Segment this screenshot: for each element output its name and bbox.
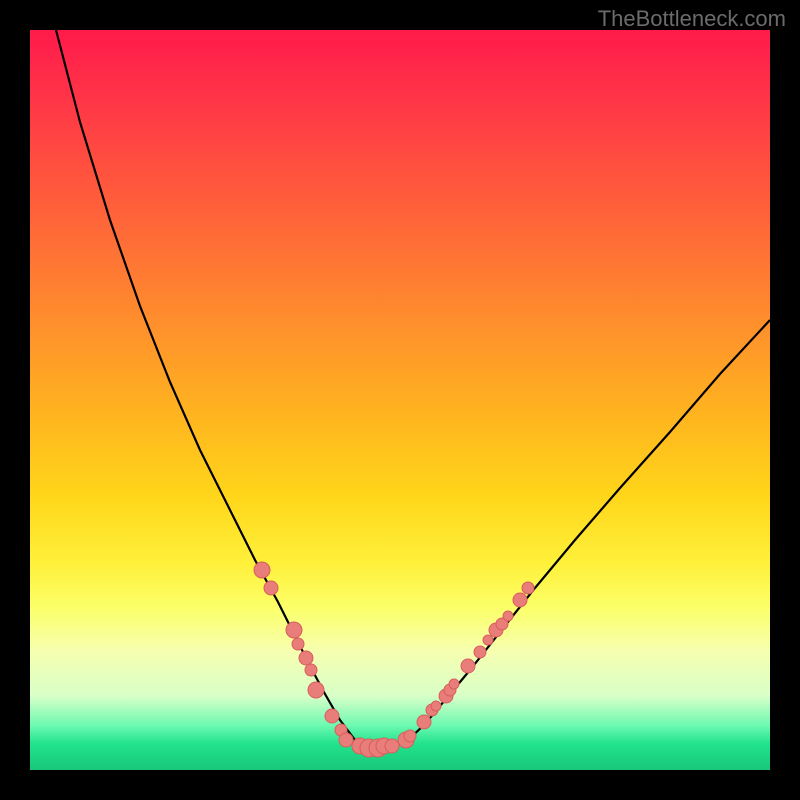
data-point (449, 679, 459, 689)
highlighted-points-group (254, 562, 534, 757)
data-point (339, 733, 353, 747)
data-point (299, 651, 313, 665)
data-point (292, 638, 304, 650)
data-point (264, 581, 278, 595)
data-point (254, 562, 270, 578)
bottleneck-curve (56, 30, 770, 750)
data-point (385, 739, 399, 753)
data-point (474, 646, 486, 658)
data-point (286, 622, 302, 638)
data-point (503, 611, 513, 621)
data-point (417, 715, 431, 729)
data-point (483, 635, 493, 645)
data-point (522, 582, 534, 594)
data-point (513, 593, 527, 607)
data-point (404, 730, 416, 742)
data-point (308, 682, 324, 698)
chart-overlay (30, 30, 770, 770)
app-frame: TheBottleneck.com (0, 0, 800, 800)
data-point (461, 659, 475, 673)
data-point (325, 709, 339, 723)
data-point (431, 701, 441, 711)
watermark-text: TheBottleneck.com (598, 6, 786, 32)
data-point (305, 664, 317, 676)
